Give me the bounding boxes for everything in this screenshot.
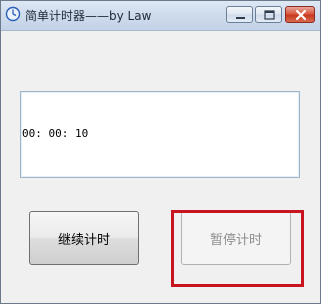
close-button[interactable] bbox=[285, 6, 315, 23]
clock-icon bbox=[5, 6, 21, 22]
timer-display[interactable]: 00: 00: 10 bbox=[20, 91, 300, 178]
timer-window: 简单计时器——by Law 00: 00: 10 继续计时 暂停计时 bbox=[0, 0, 321, 304]
window-title: 简单计时器——by Law bbox=[25, 9, 152, 23]
title-bar[interactable]: 简单计时器——by Law bbox=[1, 1, 320, 31]
minimize-button[interactable] bbox=[226, 6, 253, 23]
maximize-button[interactable] bbox=[255, 6, 282, 23]
timer-display-text: 00: 00: 10 bbox=[22, 127, 89, 140]
highlight-box bbox=[171, 210, 304, 287]
continue-timing-button[interactable]: 继续计时 bbox=[29, 211, 139, 265]
